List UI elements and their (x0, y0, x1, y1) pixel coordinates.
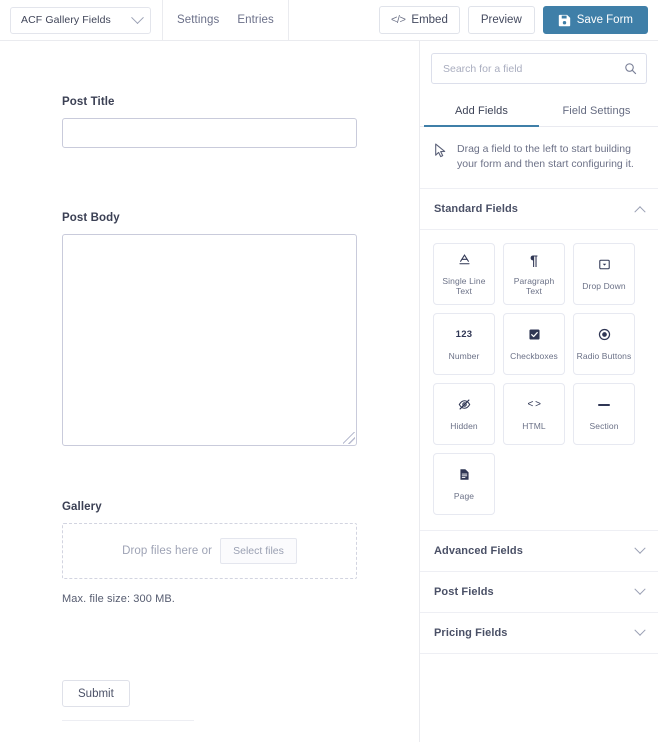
dropdown-box-icon (598, 258, 611, 272)
field-card-number[interactable]: 123 Number (433, 313, 495, 375)
top-toolbar: ACF Gallery Fields Settings Entries </> … (0, 0, 658, 41)
code-icon: </> (391, 14, 406, 26)
form-selector-label: ACF Gallery Fields (21, 14, 111, 26)
textarea-resize-handle[interactable] (343, 432, 355, 444)
chevron-down-icon (634, 624, 646, 636)
search-field[interactable] (431, 53, 647, 84)
search-container (420, 41, 658, 84)
post-body-label: Post Body (62, 212, 120, 224)
fields-panel: Add Fields Field Settings Drag a field t… (420, 41, 658, 742)
toolbar-nav: Settings Entries (163, 0, 288, 41)
chevron-down-icon (131, 10, 144, 24)
drop-files-text: Drop files here or (122, 545, 213, 557)
section-post-fields[interactable]: Post Fields (420, 572, 658, 613)
checkbox-checked-icon (528, 328, 541, 342)
chevron-up-icon (634, 206, 646, 218)
gallery-label: Gallery (62, 501, 102, 513)
floppy-disk-icon (558, 14, 571, 27)
field-card-label: Section (589, 420, 619, 431)
form-field-post-body[interactable]: Post Body (62, 212, 358, 446)
drag-hint: Drag a field to the left to start buildi… (420, 127, 658, 189)
field-card-label: Drop Down (582, 280, 626, 291)
field-card-single-line-text[interactable]: Single Line Text (433, 243, 495, 305)
section-post-fields-title: Post Fields (434, 586, 494, 598)
field-card-label: Hidden (450, 420, 478, 431)
field-card-checkboxes[interactable]: Checkboxes (503, 313, 565, 375)
field-card-hidden[interactable]: Hidden (433, 383, 495, 445)
field-card-page[interactable]: Page (433, 453, 495, 515)
document-page-icon (458, 468, 471, 482)
field-card-paragraph-text[interactable]: ¶ Paragraph Text (503, 243, 565, 305)
section-pricing-fields-title: Pricing Fields (434, 627, 508, 639)
field-spacer-2 (62, 446, 358, 501)
form-preview-canvas[interactable]: Post Title Post Body Gallery Drop files … (0, 41, 420, 742)
form-field-gallery[interactable]: Gallery Drop files here or Select files … (62, 501, 358, 605)
chevron-down-icon (634, 542, 646, 554)
post-body-textarea[interactable] (62, 234, 357, 446)
radio-selected-icon (598, 328, 611, 342)
submit-underline-divider (62, 720, 194, 721)
nav-settings[interactable]: Settings (177, 14, 219, 26)
save-form-button[interactable]: Save Form (542, 6, 648, 34)
form-field-post-title[interactable]: Post Title (62, 96, 358, 148)
section-advanced-fields-title: Advanced Fields (434, 545, 523, 557)
field-card-radio-buttons[interactable]: Radio Buttons (573, 313, 635, 375)
toolbar-divider-right (287, 0, 289, 41)
form-preview-inner: Post Title Post Body Gallery Drop files … (0, 41, 419, 721)
section-pricing-fields[interactable]: Pricing Fields (420, 613, 658, 654)
field-card-drop-down[interactable]: Drop Down (573, 243, 635, 305)
preview-button[interactable]: Preview (467, 6, 535, 34)
form-builder-app: ACF Gallery Fields Settings Entries </> … (0, 0, 658, 742)
preview-button-label: Preview (480, 14, 522, 26)
angle-brackets-icon: < > (527, 399, 541, 410)
horizontal-line-icon (598, 398, 610, 412)
field-spacer-1 (62, 148, 358, 212)
field-card-label: Paragraph Text (513, 275, 555, 296)
field-card-label: Checkboxes (510, 350, 558, 361)
pilcrow-icon: ¶ (530, 251, 538, 268)
embed-button-label: Embed (411, 14, 448, 26)
standard-fields-grid: Single Line Text ¶ Paragraph Text Drop D… (420, 230, 658, 531)
gallery-dropzone[interactable]: Drop files here or Select files (62, 523, 357, 579)
drag-hint-text: Drag a field to the left to start buildi… (457, 143, 634, 170)
field-card-label: Page (453, 490, 475, 501)
field-card-section[interactable]: Section (573, 383, 635, 445)
post-title-label: Post Title (62, 96, 115, 108)
save-form-label: Save Form (576, 14, 633, 26)
form-selector-dropdown[interactable]: ACF Gallery Fields (10, 6, 151, 34)
eye-slash-icon (458, 398, 471, 412)
field-card-label: Number (448, 350, 480, 361)
max-file-size-note: Max. file size: 300 MB. (62, 593, 175, 605)
underlined-a-icon (458, 253, 471, 267)
section-standard-fields[interactable]: Standard Fields (420, 189, 658, 230)
chevron-down-icon (634, 583, 646, 595)
cursor-arrow-icon (434, 143, 447, 158)
field-card-label: HTML (522, 420, 546, 431)
field-card-label: Single Line Text (442, 275, 486, 296)
section-advanced-fields[interactable]: Advanced Fields (420, 531, 658, 572)
nav-entries[interactable]: Entries (237, 14, 274, 26)
search-icon[interactable] (624, 62, 637, 75)
tab-field-settings[interactable]: Field Settings (539, 96, 654, 126)
select-files-button[interactable]: Select files (220, 538, 297, 564)
field-card-label: Radio Buttons (576, 350, 632, 361)
post-title-input[interactable] (62, 118, 357, 148)
search-input[interactable] (443, 62, 624, 75)
tab-add-fields[interactable]: Add Fields (424, 96, 539, 127)
submit-button[interactable]: Submit (62, 680, 130, 707)
123-icon: 123 (455, 329, 473, 340)
section-standard-fields-title: Standard Fields (434, 203, 519, 215)
panel-tabs: Add Fields Field Settings (420, 96, 658, 127)
embed-button[interactable]: </> Embed (379, 6, 460, 34)
field-card-html[interactable]: < > HTML (503, 383, 565, 445)
